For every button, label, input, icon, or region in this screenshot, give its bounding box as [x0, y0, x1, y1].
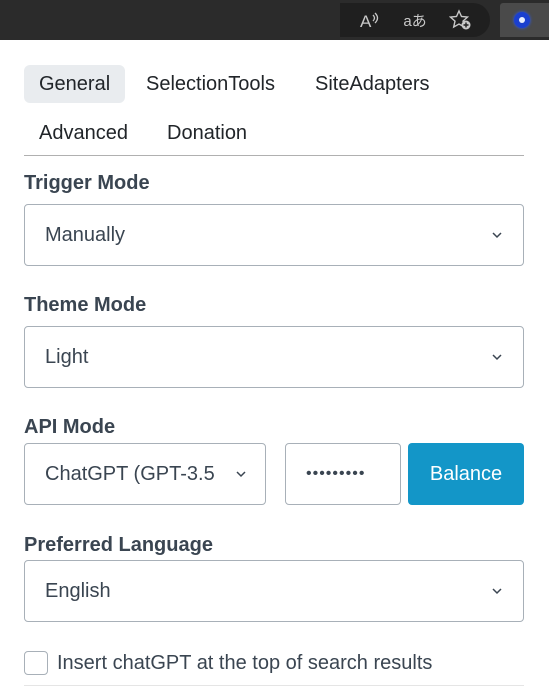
insert-chatgpt-option[interactable]: Insert chatGPT at the top of search resu… [24, 650, 432, 676]
tab-site-adapters[interactable]: SiteAdapters [300, 65, 445, 103]
preferred-language-select[interactable]: English [24, 560, 524, 622]
tab-donation[interactable]: Donation [152, 114, 262, 152]
api-mode-select[interactable]: ChatGPT (GPT-3.5 [24, 443, 266, 505]
api-key-input[interactable]: ••••••••• [285, 443, 401, 505]
theme-mode-select[interactable]: Light [24, 326, 524, 388]
insert-chatgpt-checkbox[interactable] [24, 651, 48, 675]
trigger-mode-select[interactable]: Manually [24, 204, 524, 266]
chevron-down-icon [491, 585, 503, 597]
balance-button[interactable]: Balance [408, 443, 524, 505]
tab-general[interactable]: General [24, 65, 126, 103]
browser-toolbar: A aあ [0, 0, 549, 40]
extension-icon[interactable] [514, 12, 530, 28]
api-mode-value: ChatGPT (GPT-3.5 [45, 463, 215, 485]
insert-chatgpt-label: Insert chatGPT at the top of search resu… [57, 651, 433, 674]
chevron-down-icon [491, 229, 503, 241]
theme-mode-value: Light [45, 346, 89, 368]
chevron-down-icon [235, 468, 247, 480]
read-aloud-icon[interactable]: A [358, 8, 382, 32]
svg-text:A: A [360, 12, 372, 30]
divider [24, 685, 524, 686]
tab-selection-tools[interactable]: SelectionTools [131, 65, 290, 103]
trigger-mode-value: Manually [45, 224, 126, 246]
trigger-mode-label: Trigger Mode [24, 172, 150, 194]
settings-tabs: General SelectionTools SiteAdapters Adva… [24, 64, 524, 156]
tab-advanced[interactable]: Advanced [24, 114, 143, 152]
theme-mode-label: Theme Mode [24, 294, 147, 316]
add-favorite-icon[interactable] [449, 8, 473, 32]
chevron-down-icon [491, 351, 503, 363]
preferred-language-label: Preferred Language [24, 534, 213, 556]
api-mode-label: API Mode [24, 416, 116, 438]
preferred-language-value: English [45, 580, 111, 602]
translate-icon[interactable]: aあ [403, 8, 427, 32]
